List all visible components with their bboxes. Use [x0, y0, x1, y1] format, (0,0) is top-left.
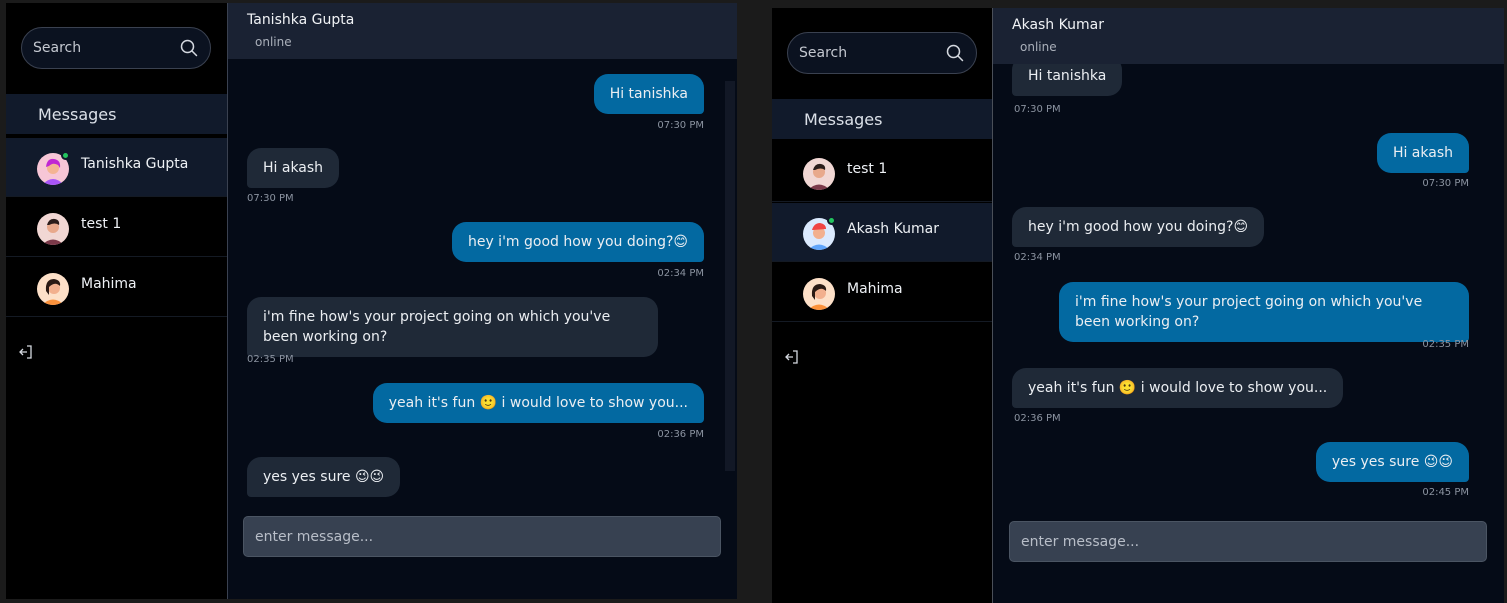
chat-panel: Hi tanishka 07:30 PM Akash Kumar online … — [992, 8, 1504, 603]
scrollbar[interactable] — [725, 81, 735, 471]
message-time: 02:34 PM — [1014, 252, 1061, 263]
conversation-name: test 1 — [847, 161, 888, 177]
online-indicator — [61, 151, 70, 160]
message-bubble-outgoing: Hi tanishka — [593, 74, 704, 114]
avatar — [37, 213, 69, 245]
message-composer[interactable] — [1009, 521, 1487, 562]
messages-title: Messages — [804, 110, 883, 129]
chat-header: Tanishka Gupta online — [228, 3, 737, 59]
conversation-item-tanishka-gupta[interactable]: Tanishka Gupta — [6, 138, 227, 197]
message-time: 07:30 PM — [657, 120, 704, 131]
search-input[interactable]: Search — [21, 27, 211, 69]
message-time: 02:34 PM — [657, 268, 704, 279]
avatar — [803, 278, 835, 310]
chat-contact-name: Akash Kumar — [1012, 17, 1104, 33]
conversation-name: Akash Kumar — [847, 221, 939, 237]
search-icon[interactable] — [180, 39, 198, 57]
chat-contact-name: Tanishka Gupta — [247, 12, 355, 28]
messages-title: Messages — [38, 105, 117, 124]
conversation-item-test-1[interactable]: test 1 — [6, 198, 227, 257]
avatar — [803, 158, 835, 190]
message-bubble-outgoing: Hi akash — [1376, 133, 1469, 173]
message-composer[interactable] — [243, 516, 721, 557]
sidebar: Search Messages test 1 Akash Kumar Mahim… — [772, 8, 993, 603]
message-time: 07:30 PM — [1014, 104, 1061, 115]
message-time: 07:30 PM — [247, 193, 294, 204]
messages-header: Messages — [6, 94, 227, 134]
sidebar: Search Messages Tanishka Gupta test 1 Ma… — [6, 3, 227, 599]
message-input[interactable] — [244, 517, 720, 556]
message-time: 02:35 PM — [1422, 339, 1469, 350]
message-bubble-incoming: yes yes sure 😉😉 — [247, 457, 401, 497]
chat-window-left: Search Messages Tanishka Gupta test 1 Ma… — [6, 3, 737, 599]
message-bubble-incoming: i'm fine how's your project going on whi… — [247, 297, 658, 357]
conversation-name: Tanishka Gupta — [81, 156, 189, 172]
message-bubble-outgoing: hey i'm good how you doing?😊 — [451, 222, 704, 262]
message-input[interactable] — [1010, 522, 1486, 561]
message-bubble-incoming: yeah it's fun 🙂 i would love to show you… — [1012, 368, 1344, 408]
chat-panel: Tanishka Gupta online Hi tanishka 07:30 … — [227, 3, 737, 599]
message-time: 02:36 PM — [1014, 413, 1061, 424]
chat-window-right: Search Messages test 1 Akash Kumar Mahim… — [772, 8, 1504, 603]
avatar — [37, 273, 69, 305]
message-bubble-outgoing: yeah it's fun 🙂 i would love to show you… — [372, 383, 704, 423]
messages-header: Messages — [772, 99, 993, 139]
message-bubble-outgoing: yes yes sure 😉😉 — [1315, 442, 1469, 482]
message-bubble-outgoing: i'm fine how's your project going on whi… — [1059, 282, 1469, 342]
chat-status: online — [1020, 40, 1057, 54]
chat-status: online — [255, 35, 292, 49]
conversation-name: Mahima — [847, 281, 903, 297]
conversation-item-akash-kumar[interactable]: Akash Kumar — [772, 203, 993, 262]
chat-header: Akash Kumar online — [993, 8, 1504, 64]
message-bubble-incoming: hey i'm good how you doing?😊 — [1012, 207, 1265, 247]
message-bubble-incoming: Hi akash — [247, 148, 340, 188]
message-time: 02:45 PM — [1422, 487, 1469, 498]
conversation-item-mahima[interactable]: Mahima — [772, 263, 993, 322]
search-placeholder: Search — [799, 45, 848, 61]
search-icon[interactable] — [946, 44, 964, 62]
message-time: 02:35 PM — [247, 354, 294, 365]
online-indicator — [827, 216, 836, 225]
conversation-name: Mahima — [81, 276, 137, 292]
logout-icon[interactable] — [18, 344, 34, 360]
conversation-name: test 1 — [81, 216, 122, 232]
message-time: 07:30 PM — [1422, 178, 1469, 189]
message-time: 02:36 PM — [657, 429, 704, 440]
search-input[interactable]: Search — [787, 32, 977, 74]
conversation-item-mahima[interactable]: Mahima — [6, 258, 227, 317]
conversation-item-test-1[interactable]: test 1 — [772, 143, 993, 202]
logout-icon[interactable] — [784, 349, 800, 365]
search-placeholder: Search — [33, 40, 82, 56]
